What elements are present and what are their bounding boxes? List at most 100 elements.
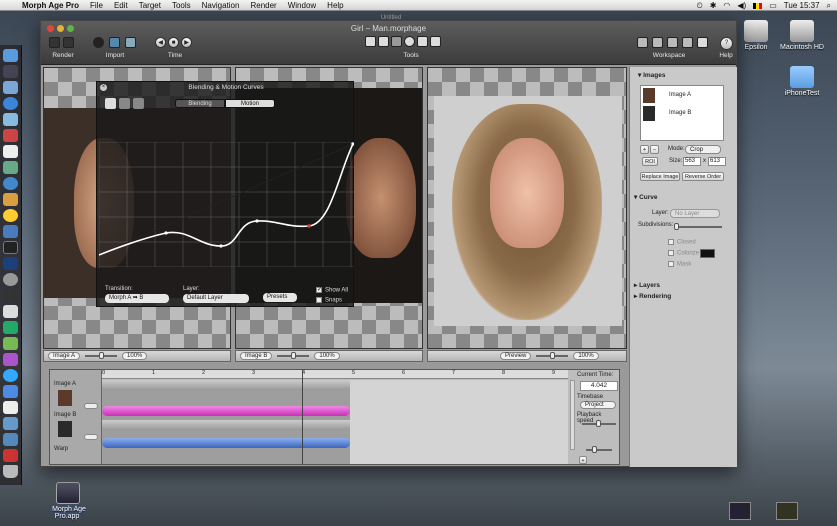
snaps-checkbox[interactable]: Snaps bbox=[316, 297, 342, 304]
subdivisions-slider[interactable] bbox=[674, 223, 722, 230]
timebase-select[interactable]: Project bbox=[580, 401, 616, 409]
pane3-zoom-field[interactable]: 100% bbox=[573, 352, 599, 360]
menu-edit[interactable]: Edit bbox=[114, 1, 128, 10]
desktop-icon-macintosh-hd[interactable]: Macintosh HD bbox=[772, 20, 832, 51]
curve-point-selected[interactable] bbox=[307, 224, 311, 228]
safari-icon[interactable] bbox=[3, 97, 18, 110]
itunes2-icon[interactable] bbox=[3, 385, 18, 398]
workspace-single-icon[interactable] bbox=[637, 37, 648, 48]
preview-pane[interactable] bbox=[427, 67, 627, 349]
system-prefs-icon[interactable] bbox=[3, 273, 18, 286]
curve-point-3[interactable] bbox=[255, 219, 259, 223]
flag-icon[interactable] bbox=[753, 2, 763, 9]
show-all-checkbox[interactable]: ✓ Show All bbox=[316, 287, 348, 294]
mode-select[interactable]: Crop bbox=[685, 145, 721, 154]
pane2-zoom-slider[interactable] bbox=[277, 352, 310, 359]
render-settings-button[interactable] bbox=[63, 37, 74, 48]
tab-blending[interactable]: Blending bbox=[175, 99, 225, 108]
playback-speed-slider[interactable] bbox=[582, 420, 616, 427]
menu-window[interactable]: Window bbox=[288, 1, 316, 10]
pane1-image-select[interactable]: Image A bbox=[48, 352, 81, 360]
menu-target[interactable]: Target bbox=[139, 1, 161, 10]
bezier-tool-icon[interactable] bbox=[391, 36, 402, 47]
presets-button[interactable]: Presets bbox=[263, 293, 297, 302]
pane1-zoom-field[interactable]: 100% bbox=[122, 352, 148, 360]
image-list-item-a[interactable]: Image A bbox=[641, 86, 723, 104]
documents-icon[interactable] bbox=[3, 417, 18, 430]
grapher-icon[interactable] bbox=[3, 337, 18, 350]
remove-image-button[interactable]: − bbox=[650, 145, 659, 154]
menu-render[interactable]: Render bbox=[250, 1, 276, 10]
volume-icon[interactable]: ◀) bbox=[737, 1, 746, 10]
blend-track[interactable] bbox=[102, 406, 350, 416]
dashboard-icon[interactable] bbox=[3, 65, 18, 78]
desktop-icon-iphonetest[interactable]: iPhoneTest bbox=[772, 66, 832, 97]
render-button[interactable] bbox=[49, 37, 60, 48]
add-keyframe-button[interactable]: + bbox=[579, 456, 587, 464]
workspace-timeline-icon[interactable] bbox=[682, 37, 693, 48]
mask-checkbox[interactable]: Mask bbox=[668, 261, 691, 268]
dialog-hand-tool-icon[interactable] bbox=[133, 98, 144, 109]
import-image-button[interactable] bbox=[109, 37, 120, 48]
timemachine-icon[interactable]: ⏲ bbox=[696, 1, 702, 11]
spotlight-icon[interactable]: ⌕ bbox=[827, 1, 831, 11]
rect-tool-icon[interactable] bbox=[417, 36, 428, 47]
ellipse-tool-icon[interactable] bbox=[404, 36, 415, 47]
curve-layer-select[interactable]: No Layer bbox=[670, 209, 720, 218]
mask-tool-icon[interactable] bbox=[430, 36, 441, 47]
menu-clock[interactable]: Tue 15:37 bbox=[784, 1, 820, 10]
closed-checkbox[interactable]: Closed bbox=[668, 239, 696, 246]
bluetooth-icon[interactable]: ✱ bbox=[710, 1, 717, 10]
reverse-order-button[interactable]: Reverse Order bbox=[682, 172, 724, 181]
import-sequence-button[interactable] bbox=[125, 37, 136, 48]
curve-point-2[interactable] bbox=[219, 244, 223, 248]
stop-icon[interactable]: ■ bbox=[168, 37, 179, 48]
battery-icon[interactable]: ▭ bbox=[769, 1, 777, 10]
curve-section-header[interactable]: ▾ Curve bbox=[634, 193, 658, 201]
pane3-zoom-slider[interactable] bbox=[536, 352, 569, 359]
adium-icon[interactable] bbox=[3, 209, 18, 222]
iphoto-icon[interactable] bbox=[3, 193, 18, 206]
ichat-icon[interactable] bbox=[3, 113, 18, 126]
timeline-ruler[interactable]: 0 1 2 3 4 5 6 7 8 9 bbox=[102, 370, 568, 379]
workspace-dual-icon[interactable] bbox=[652, 37, 663, 48]
ical-icon[interactable] bbox=[3, 145, 18, 158]
timeline-scrollbar[interactable] bbox=[570, 380, 575, 450]
downloads-icon[interactable] bbox=[3, 433, 18, 446]
images-section-header[interactable]: ▾ Images bbox=[638, 71, 665, 79]
menu-app-name[interactable]: Morph Age Pro bbox=[22, 1, 79, 10]
activity-icon[interactable] bbox=[3, 289, 18, 302]
preview-icon[interactable] bbox=[3, 161, 18, 174]
quicktime-icon[interactable] bbox=[3, 369, 18, 382]
stack-icon[interactable] bbox=[3, 449, 18, 462]
dialog-point-tool-icon[interactable] bbox=[119, 98, 130, 109]
layers-section-header[interactable]: ▸ Layers bbox=[634, 281, 660, 289]
menu-help[interactable]: Help bbox=[327, 1, 343, 10]
morph-dock-icon[interactable] bbox=[3, 353, 18, 366]
rendering-section-header[interactable]: ▸ Rendering bbox=[634, 292, 671, 300]
size-width-field[interactable]: 563 bbox=[683, 157, 701, 166]
menu-navigation[interactable]: Navigation bbox=[202, 1, 240, 10]
photoshop-icon[interactable] bbox=[3, 257, 18, 270]
row-image-a-eye-icon[interactable] bbox=[84, 403, 98, 409]
pane2-image-select[interactable]: Image B bbox=[240, 352, 273, 360]
desktop-icon-morph-app[interactable]: Morph Age Pro.app bbox=[36, 482, 100, 520]
colorize-checkbox[interactable]: Colorize bbox=[668, 250, 699, 257]
warp-track[interactable] bbox=[102, 438, 350, 448]
select-tool-icon[interactable] bbox=[378, 36, 389, 47]
pane2-zoom-field[interactable]: 100% bbox=[314, 352, 340, 360]
itunes-icon[interactable] bbox=[3, 177, 18, 190]
utility-icon[interactable] bbox=[3, 401, 18, 414]
address-book-icon[interactable] bbox=[3, 129, 18, 142]
console-icon[interactable] bbox=[3, 321, 18, 334]
roi-button[interactable]: ROI bbox=[642, 157, 658, 166]
image-list-item-b[interactable]: Image B bbox=[641, 104, 723, 122]
layer-select[interactable]: Default Layer bbox=[183, 294, 249, 303]
menu-tools[interactable]: Tools bbox=[172, 1, 191, 10]
timeline-zoom-slider[interactable] bbox=[586, 446, 612, 453]
workspace-curves-icon[interactable] bbox=[697, 37, 708, 48]
motion-curve-graph[interactable] bbox=[99, 142, 354, 267]
desktop-thumb-1[interactable] bbox=[729, 502, 751, 520]
finder-icon[interactable] bbox=[3, 49, 18, 62]
rewind-icon[interactable]: ◀ bbox=[155, 37, 166, 48]
